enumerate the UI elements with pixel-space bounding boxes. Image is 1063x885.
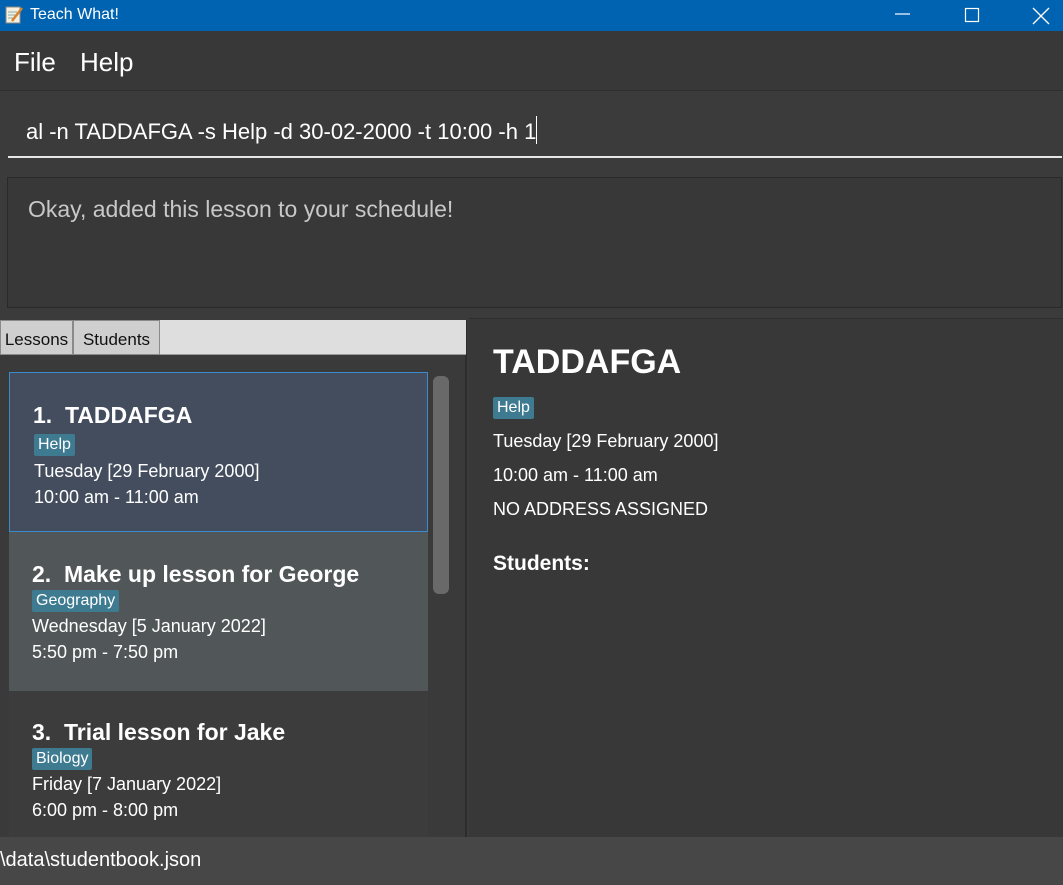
- lesson-card[interactable]: 1. TADDAFGA Help Tuesday [29 February 20…: [9, 372, 428, 532]
- tab-students[interactable]: Students: [73, 320, 160, 355]
- lesson-index: 3.: [32, 719, 52, 745]
- status-bar: \data\studentbook.json: [0, 837, 1063, 885]
- lesson-name: Trial lesson for Jake: [63, 719, 286, 745]
- lesson-detail-panel: TADDAFGA Help Tuesday [29 February 2000]…: [469, 318, 1063, 837]
- maximize-icon: [964, 7, 980, 23]
- data-file-path: \data\studentbook.json: [0, 849, 202, 871]
- minimize-icon: [895, 13, 910, 15]
- menu-file[interactable]: File: [14, 47, 56, 78]
- maximize-button[interactable]: [938, 0, 1008, 31]
- menu-help[interactable]: Help: [80, 47, 133, 78]
- lesson-time: 5:50 pm - 7:50 pm: [32, 642, 179, 662]
- list-scrollbar[interactable]: [433, 376, 449, 594]
- lesson-card[interactable]: 3. Trial lesson for Jake Biology Friday …: [9, 691, 428, 837]
- detail-title: TADDAFGA: [493, 343, 682, 381]
- lesson-name: TADDAFGA: [64, 402, 193, 428]
- tab-lessons[interactable]: Lessons: [0, 320, 73, 355]
- close-icon: [1032, 7, 1050, 25]
- title-bar: Teach What!: [0, 0, 1063, 31]
- lesson-time: 10:00 am - 11:00 am: [34, 487, 199, 507]
- text-caret: [536, 116, 538, 144]
- result-message: Okay, added this lesson to your schedule…: [28, 196, 454, 222]
- close-button[interactable]: [1006, 0, 1063, 31]
- detail-date: Tuesday [29 February 2000]: [493, 431, 719, 451]
- minimize-button[interactable]: [868, 0, 938, 31]
- lesson-index: 1.: [33, 402, 53, 428]
- menu-bar: File Help: [0, 31, 1063, 91]
- list-panel: Lessons Students 1. TADDAFGA Help Tuesda…: [0, 320, 467, 837]
- command-text: al -n TADDAFGA -s Help -d 30-02-2000 -t …: [26, 119, 537, 144]
- lesson-index: 2.: [32, 561, 52, 587]
- lesson-card[interactable]: 2. Make up lesson for George Geography W…: [9, 532, 428, 691]
- detail-address: NO ADDRESS ASSIGNED: [493, 499, 709, 519]
- lesson-time: 6:00 pm - 8:00 pm: [32, 800, 179, 820]
- app-icon: [5, 6, 23, 24]
- result-display: Okay, added this lesson to your schedule…: [7, 177, 1062, 308]
- lesson-date: Tuesday [29 February 2000]: [34, 461, 260, 481]
- subject-tag: Help: [34, 434, 75, 456]
- lesson-date: Friday [7 January 2022]: [32, 774, 222, 794]
- detail-subject-tag: Help: [493, 397, 534, 419]
- lesson-date: Wednesday [5 January 2022]: [32, 616, 266, 636]
- command-input[interactable]: al -n TADDAFGA -s Help -d 30-02-2000 -t …: [8, 100, 1062, 158]
- detail-students-heading: Students:: [493, 552, 590, 575]
- lesson-list: 1. TADDAFGA Help Tuesday [29 February 20…: [0, 356, 466, 837]
- window-title: Teach What!: [30, 6, 119, 23]
- tab-bar: Lessons Students: [0, 320, 466, 355]
- detail-time: 10:00 am - 11:00 am: [493, 465, 658, 485]
- subject-tag: Geography: [32, 590, 120, 612]
- lesson-name: Make up lesson for George: [63, 561, 360, 587]
- subject-tag: Biology: [32, 748, 93, 770]
